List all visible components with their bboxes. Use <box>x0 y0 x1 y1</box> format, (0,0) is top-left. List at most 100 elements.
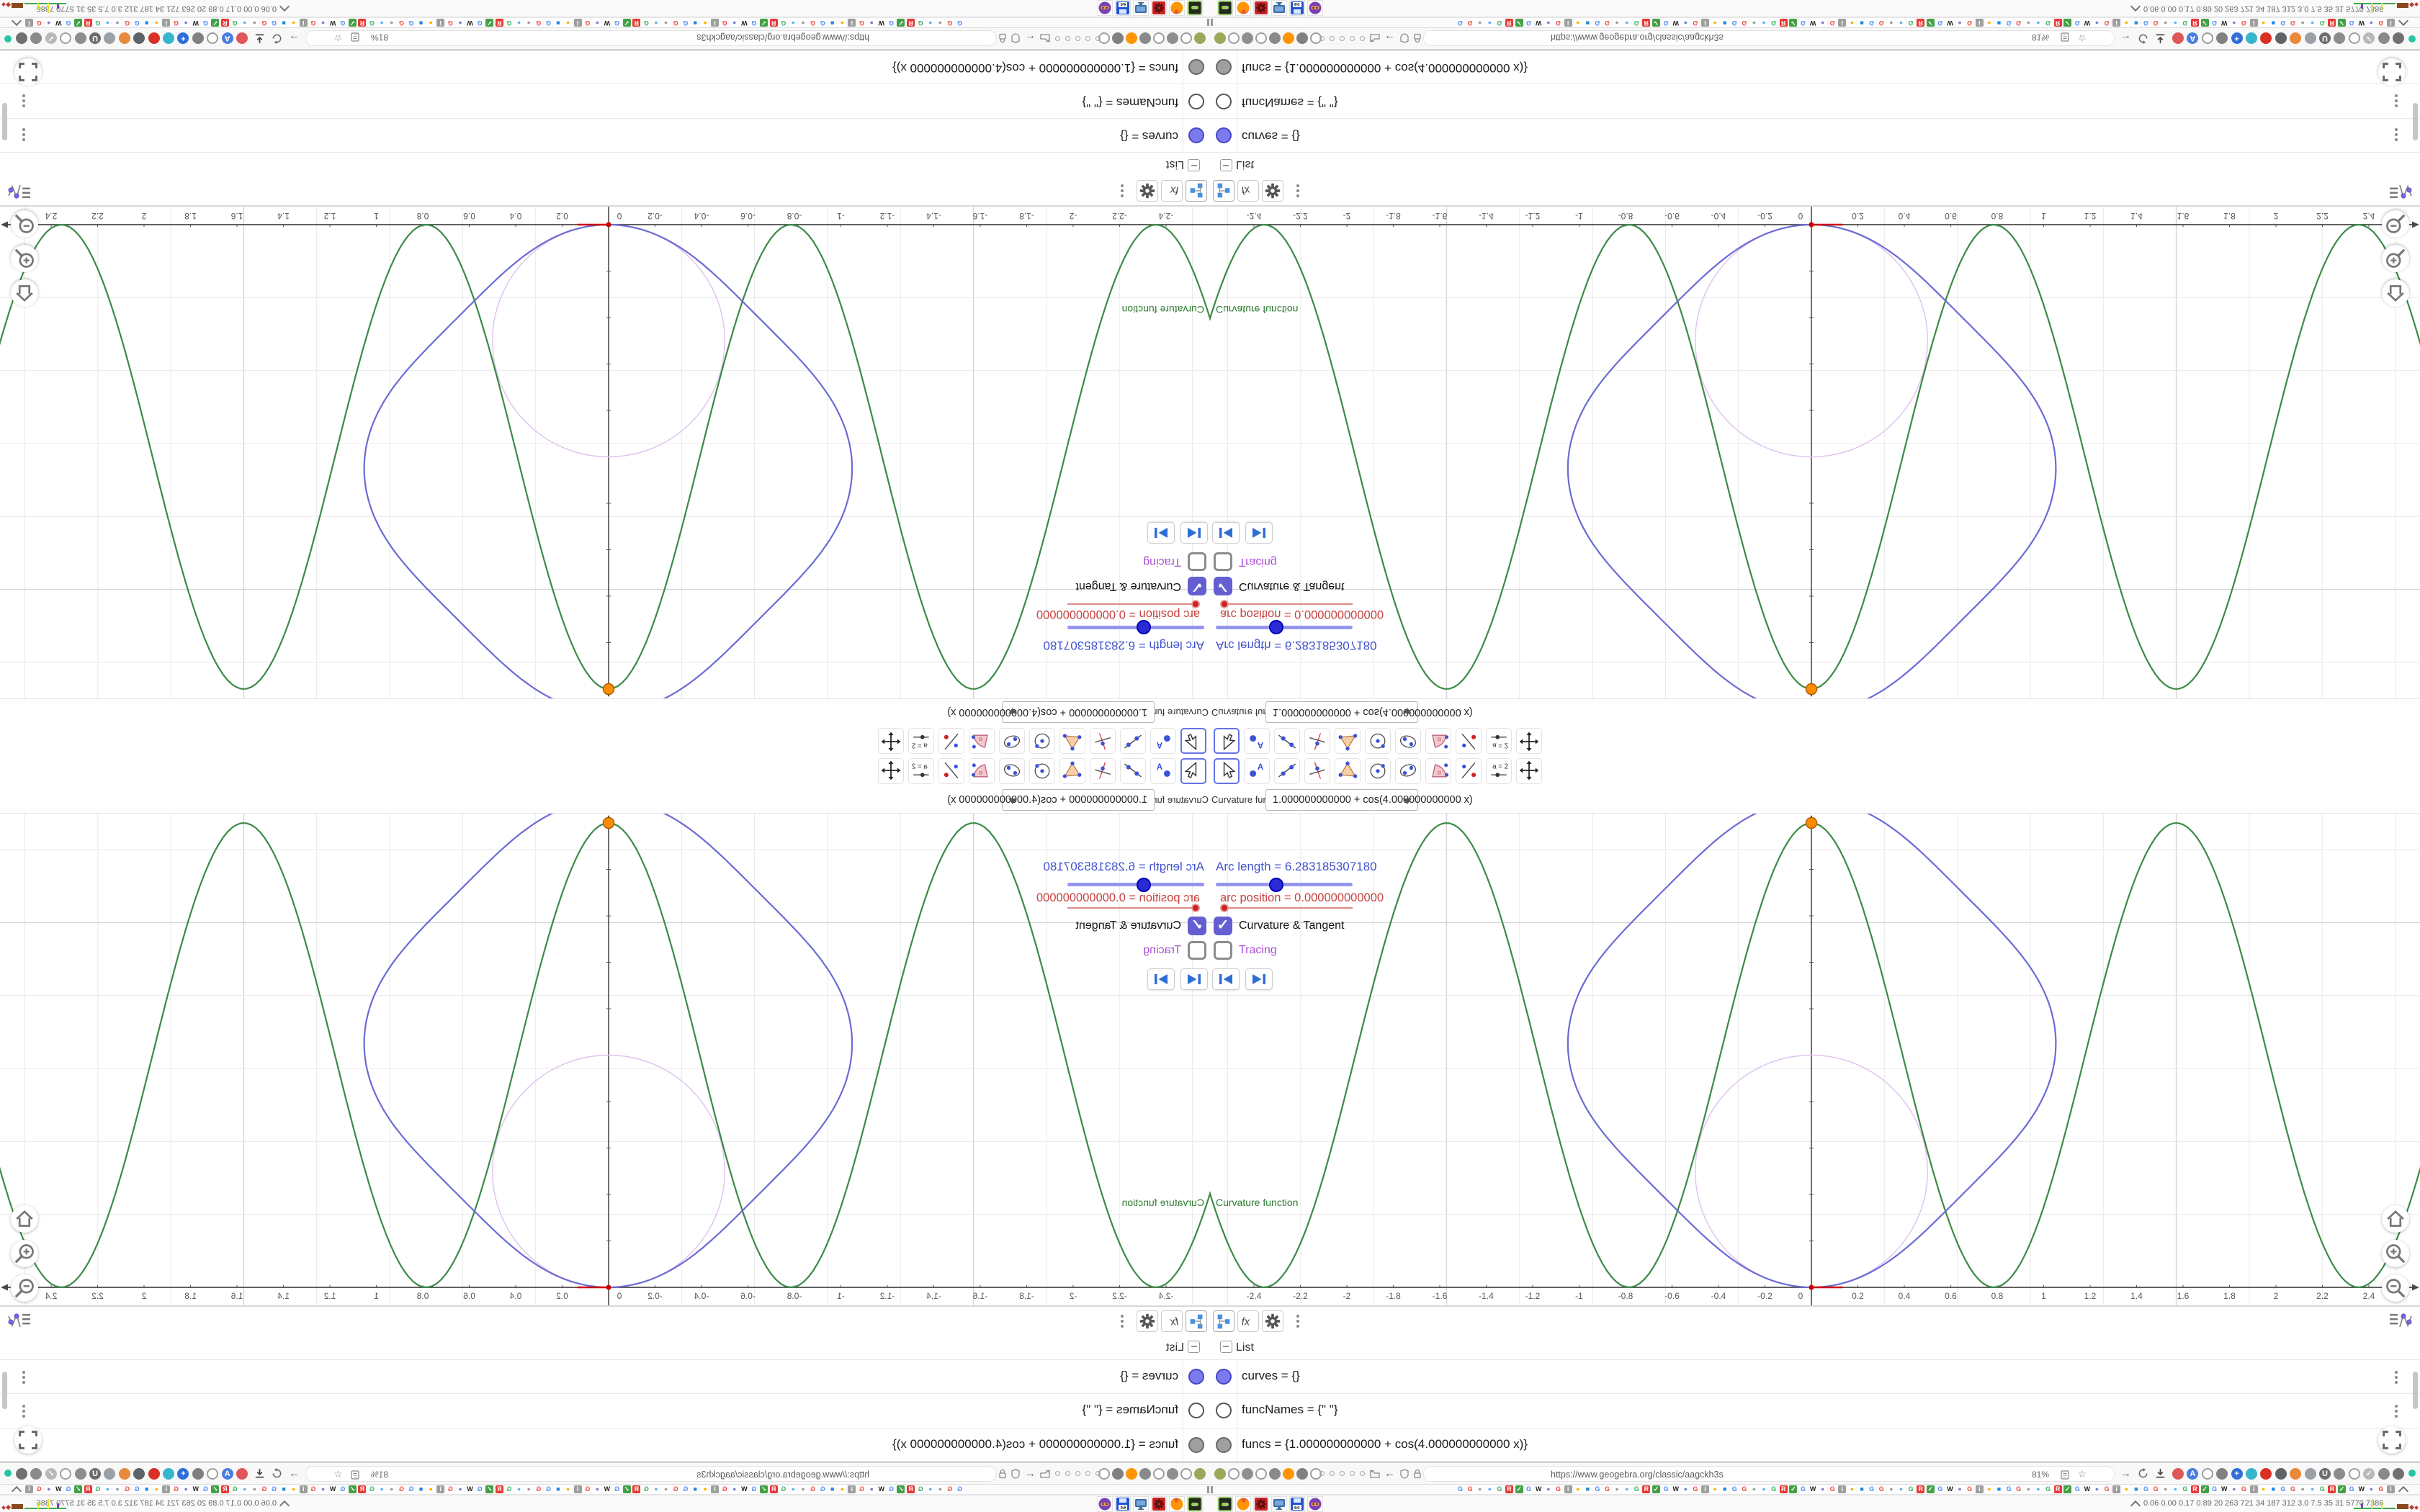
point-tool[interactable]: A <box>1150 728 1176 754</box>
browser-tab[interactable]: R <box>907 19 915 27</box>
circle-tool[interactable] <box>1029 758 1055 784</box>
browser-tab[interactable]: ● <box>2298 1485 2307 1493</box>
taskbar-app-chat[interactable] <box>1097 1496 1113 1512</box>
browser-tab[interactable]: ■ <box>554 1485 563 1493</box>
taskbar-app-monitor[interactable] <box>1271 0 1287 16</box>
ublock-icon[interactable]: U <box>89 32 101 44</box>
browser-tab[interactable]: ● <box>1985 1485 1994 1493</box>
browser-tab[interactable]: G <box>505 1485 514 1493</box>
reader-mode-icon[interactable] <box>351 32 359 42</box>
browser-tab[interactable]: ● <box>2161 1485 2170 1493</box>
browser-tab[interactable]: ● <box>1750 19 1758 27</box>
ellipse-tool[interactable] <box>1395 728 1421 754</box>
compass-icon[interactable] <box>2290 1468 2302 1480</box>
globe-icon[interactable] <box>1255 1468 1267 1480</box>
browser-tab[interactable]: ● <box>456 19 465 27</box>
browser-tab[interactable]: ■ <box>1721 19 1729 27</box>
browser-tab[interactable]: G <box>1593 1485 1602 1493</box>
browser-tab[interactable]: ■ <box>1721 1485 1729 1493</box>
browser-tab[interactable]: i <box>1701 19 1709 27</box>
browser-tab[interactable]: i <box>2387 1485 2395 1493</box>
perpendicular-line-tool[interactable] <box>1304 758 1330 784</box>
browser-tab[interactable]: G <box>1662 1485 1670 1493</box>
back-button[interactable]: ← <box>1025 1467 1036 1480</box>
browser-tab[interactable]: ■ <box>1995 19 2003 27</box>
browser-tab[interactable]: i <box>162 1485 171 1493</box>
browser-tab[interactable]: ■ <box>691 1485 699 1493</box>
browser-tab[interactable]: ● <box>867 19 876 27</box>
browser-tab[interactable]: ● <box>290 19 298 27</box>
arc-position-slider-thumb[interactable] <box>1220 904 1229 912</box>
browser-tab[interactable]: R <box>769 19 778 27</box>
browser-tab[interactable]: R <box>1642 19 1651 27</box>
page-action-dot[interactable] <box>1095 1471 1101 1476</box>
page-action-dot[interactable] <box>1075 1471 1080 1476</box>
browser-tab[interactable]: W <box>1809 19 1817 27</box>
browser-tab[interactable]: G <box>1593 19 1602 27</box>
browser-tab[interactable]: G <box>2240 1485 2248 1493</box>
taskbar-app-monitor[interactable] <box>1271 1496 1287 1512</box>
gauge-icon[interactable] <box>1167 32 1178 44</box>
browser-tab[interactable]: i <box>2387 19 2395 27</box>
page-action-dot[interactable] <box>1350 1471 1355 1476</box>
browser-tab[interactable]: ● <box>1819 19 1827 27</box>
line-tool[interactable] <box>1120 728 1146 754</box>
browser-tab[interactable]: R <box>1505 1485 1513 1493</box>
browser-tab[interactable]: G <box>94 1485 102 1493</box>
browser-tab[interactable]: i <box>2112 1485 2121 1493</box>
zoom-out-button[interactable] <box>2382 210 2409 238</box>
fx-settings-button[interactable]: fx <box>1161 180 1183 202</box>
tray-expander-icon[interactable] <box>2130 1500 2141 1511</box>
visibility-marble[interactable] <box>1216 1369 1232 1385</box>
browser-tab[interactable]: ● <box>2308 19 2317 27</box>
browser-tab[interactable]: ● <box>926 19 935 27</box>
browser-tab[interactable]: ● <box>1819 1485 1827 1493</box>
browser-tab[interactable]: ■ <box>691 19 699 27</box>
shield-teal-icon[interactable] <box>2246 32 2257 44</box>
style-bar-menu[interactable] <box>1121 1313 1124 1333</box>
browser-tab[interactable]: ✓ <box>1789 19 1798 27</box>
circle-tool[interactable] <box>1029 728 1055 754</box>
browser-tab[interactable]: G <box>671 19 680 27</box>
browser-tab[interactable]: ● <box>1760 19 1768 27</box>
browser-tab[interactable]: G <box>681 1485 690 1493</box>
browser-tab[interactable]: G <box>916 19 925 27</box>
curvature-function-dropdown[interactable]: 1.000000000000 + cos(4.000000000000 x) <box>1265 701 1473 723</box>
browser-tab[interactable]: G <box>1877 19 1886 27</box>
browser-tab[interactable]: ■ <box>1857 1485 1866 1493</box>
angle-tool[interactable]: α <box>969 758 995 784</box>
browser-tab[interactable]: i <box>573 19 582 27</box>
arc-position-slider[interactable] <box>1067 907 1200 909</box>
page-action-dot[interactable] <box>1360 1471 1365 1476</box>
browser-tab[interactable]: ✓ <box>1515 1485 1523 1493</box>
green-blob-icon[interactable] <box>1194 1468 1206 1480</box>
browser-tab[interactable]: ● <box>524 19 533 27</box>
ublock-icon[interactable]: U <box>2319 32 2331 44</box>
browser-tab[interactable]: G <box>2142 19 2150 27</box>
browser-tab[interactable]: ■ <box>2132 19 2141 27</box>
shield-teal-icon[interactable] <box>2246 1468 2257 1480</box>
browser-tab[interactable]: W <box>1946 19 1954 27</box>
home-view-button[interactable] <box>11 1205 38 1233</box>
browser-tab[interactable]: G <box>2044 1485 2052 1493</box>
globe-grid-icon[interactable] <box>2348 32 2360 44</box>
polygon-tool[interactable] <box>1059 728 1085 754</box>
arc-length-slider[interactable] <box>1216 626 1353 629</box>
tray-expander-icon[interactable] <box>279 1 290 12</box>
browser-tab[interactable]: G <box>1936 1485 1945 1493</box>
browser-tab[interactable]: W <box>1672 19 1680 27</box>
browser-tab[interactable]: G <box>1466 1485 1474 1493</box>
graphics-view[interactable]: -2.4 -2.2 -2 -1.8 -1.6 -1.4 -1.2 -1 -0.8 -0.6 -0.4… <box>1210 207 2420 698</box>
browser-tab[interactable]: ● <box>1955 19 1964 27</box>
browser-tab[interactable]: G <box>123 19 131 27</box>
browser-tab[interactable]: G <box>642 19 650 27</box>
browser-tab[interactable]: G <box>446 19 454 27</box>
page-action-dot[interactable] <box>1319 36 1325 41</box>
taskbar-app-settings[interactable] <box>1151 1496 1167 1512</box>
browser-tab[interactable]: ● <box>113 1485 122 1493</box>
browser-tab[interactable]: G <box>260 19 269 27</box>
browser-tab[interactable]: ✓ <box>2063 19 2072 27</box>
browser-tab[interactable]: G <box>809 19 817 27</box>
browser-tab[interactable]: W <box>877 1485 886 1493</box>
bookmark-star-icon[interactable]: ☆ <box>333 1468 343 1480</box>
